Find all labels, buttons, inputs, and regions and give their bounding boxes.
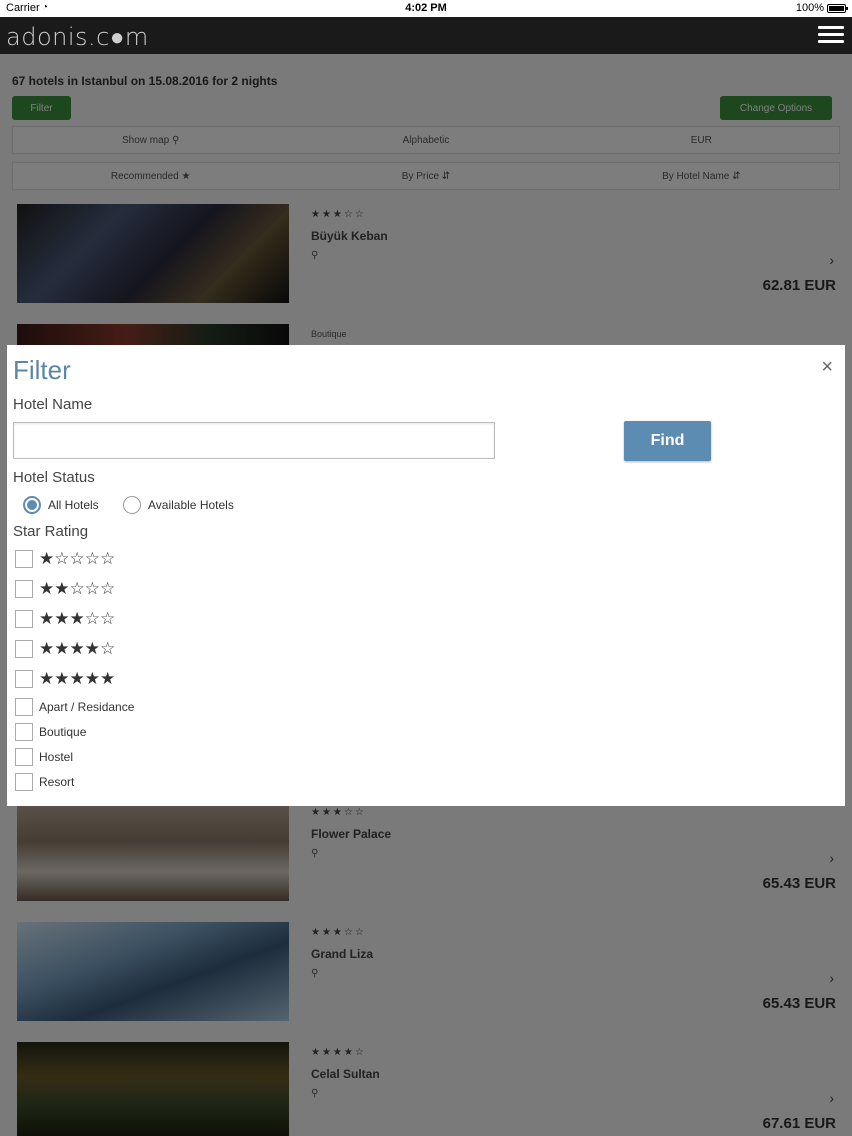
checkbox[interactable] [15,723,33,741]
radio-label: All Hotels [48,498,99,512]
battery-percent: 100% [795,2,824,14]
hotel-status-label: Hotel Status [13,469,95,486]
star-rating-icon: ★★★★★ [39,669,116,689]
status-bar: Carrier ◔ 4:02 PM 100% [0,0,852,17]
star-filter-4[interactable]: ★★★★☆ [15,639,115,659]
checkbox[interactable] [15,748,33,766]
type-label: Resort [39,775,75,789]
type-label: Hostel [39,750,74,764]
type-label: Apart / Residance [39,700,135,714]
battery-icon [827,4,848,13]
app-header: adonis.c●m [0,17,852,54]
star-filter-3[interactable]: ★★★☆☆ [15,609,115,629]
close-icon[interactable]: × [821,357,833,377]
checkbox[interactable] [15,640,33,658]
radio-all-hotels[interactable]: All Hotels [23,496,99,514]
type-filter-hostel[interactable]: Hostel [15,748,73,766]
radio-unchecked-icon [123,496,141,514]
star-filter-5[interactable]: ★★★★★ [15,669,115,689]
star-filter-1[interactable]: ★☆☆☆☆ [15,549,115,569]
star-rating-icon: ★★☆☆☆ [39,579,116,599]
checkbox[interactable] [15,670,33,688]
modal-title: Filter [13,355,71,385]
type-filter-resort[interactable]: Resort [15,773,74,791]
type-label: Boutique [39,725,87,739]
checkbox[interactable] [15,698,33,716]
filter-modal: Filter × Hotel Name Find Hotel Status Al… [7,345,845,806]
menu-icon[interactable] [818,26,844,46]
type-filter-boutique[interactable]: Boutique [15,723,86,741]
checkbox[interactable] [15,580,33,598]
star-filter-2[interactable]: ★★☆☆☆ [15,579,115,599]
logo[interactable]: adonis.c●m [6,23,149,52]
checkbox[interactable] [15,773,33,791]
hotel-name-input[interactable] [13,422,495,459]
radio-label: Available Hotels [148,498,234,512]
type-filter-apart[interactable]: Apart / Residance [15,698,134,716]
radio-available-hotels[interactable]: Available Hotels [123,496,234,514]
star-rating-icon: ★★★☆☆ [39,609,116,629]
find-button[interactable]: Find [624,421,711,461]
star-rating-label: Star Rating [13,523,89,540]
star-rating-icon: ★☆☆☆☆ [39,549,116,569]
clock: 4:02 PM [405,2,447,14]
checkbox[interactable] [15,550,33,568]
star-rating-icon: ★★★★☆ [39,639,116,659]
checkbox[interactable] [15,610,33,628]
radio-checked-icon [23,496,41,514]
hotel-name-label: Hotel Name [13,396,93,413]
